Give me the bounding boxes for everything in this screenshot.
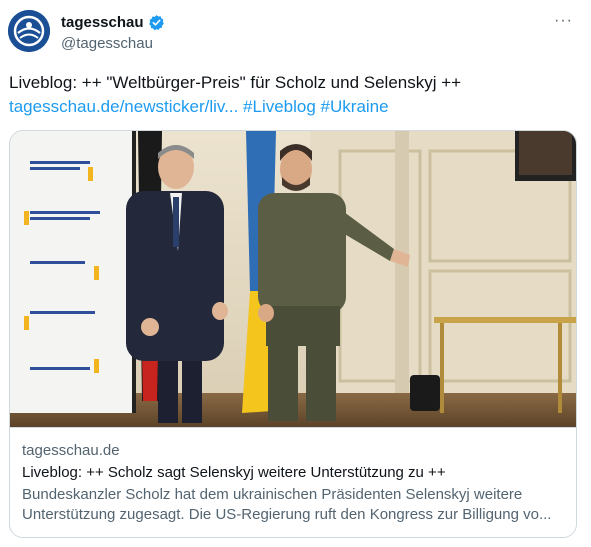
card-title[interactable]: Liveblog: ++ Scholz sagt Selenskyj weite… <box>22 464 446 481</box>
card-domain: tagesschau.de <box>22 442 120 459</box>
tweet-link[interactable]: tagesschau.de/newsticker/liv... <box>9 97 238 116</box>
user-handle[interactable]: @tagesschau <box>61 35 153 52</box>
tweet-body: Liveblog: ++ "Weltbürger-Preis" für Scho… <box>9 73 462 92</box>
hashtag-ukraine[interactable]: #Ukraine <box>321 97 389 116</box>
card-image[interactable] <box>10 131 576 428</box>
hashtag-liveblog[interactable]: #Liveblog <box>243 97 316 116</box>
tweet-text: Liveblog: ++ "Weltbürger-Preis" für Scho… <box>9 71 579 119</box>
verified-badge-icon <box>148 15 164 31</box>
name-row: tagesschau <box>61 14 165 31</box>
more-options-button[interactable]: ··· <box>554 12 573 30</box>
link-preview-card[interactable]: tagesschau.de Liveblog: ++ Scholz sagt S… <box>9 130 577 538</box>
display-name[interactable]: tagesschau <box>61 14 144 31</box>
tweet-header: tagesschau @tagesschau ··· <box>8 10 581 54</box>
card-description: Bundeskanzler Scholz hat dem ukrainische… <box>22 486 552 523</box>
tagesschau-logo-icon[interactable] <box>8 10 50 52</box>
